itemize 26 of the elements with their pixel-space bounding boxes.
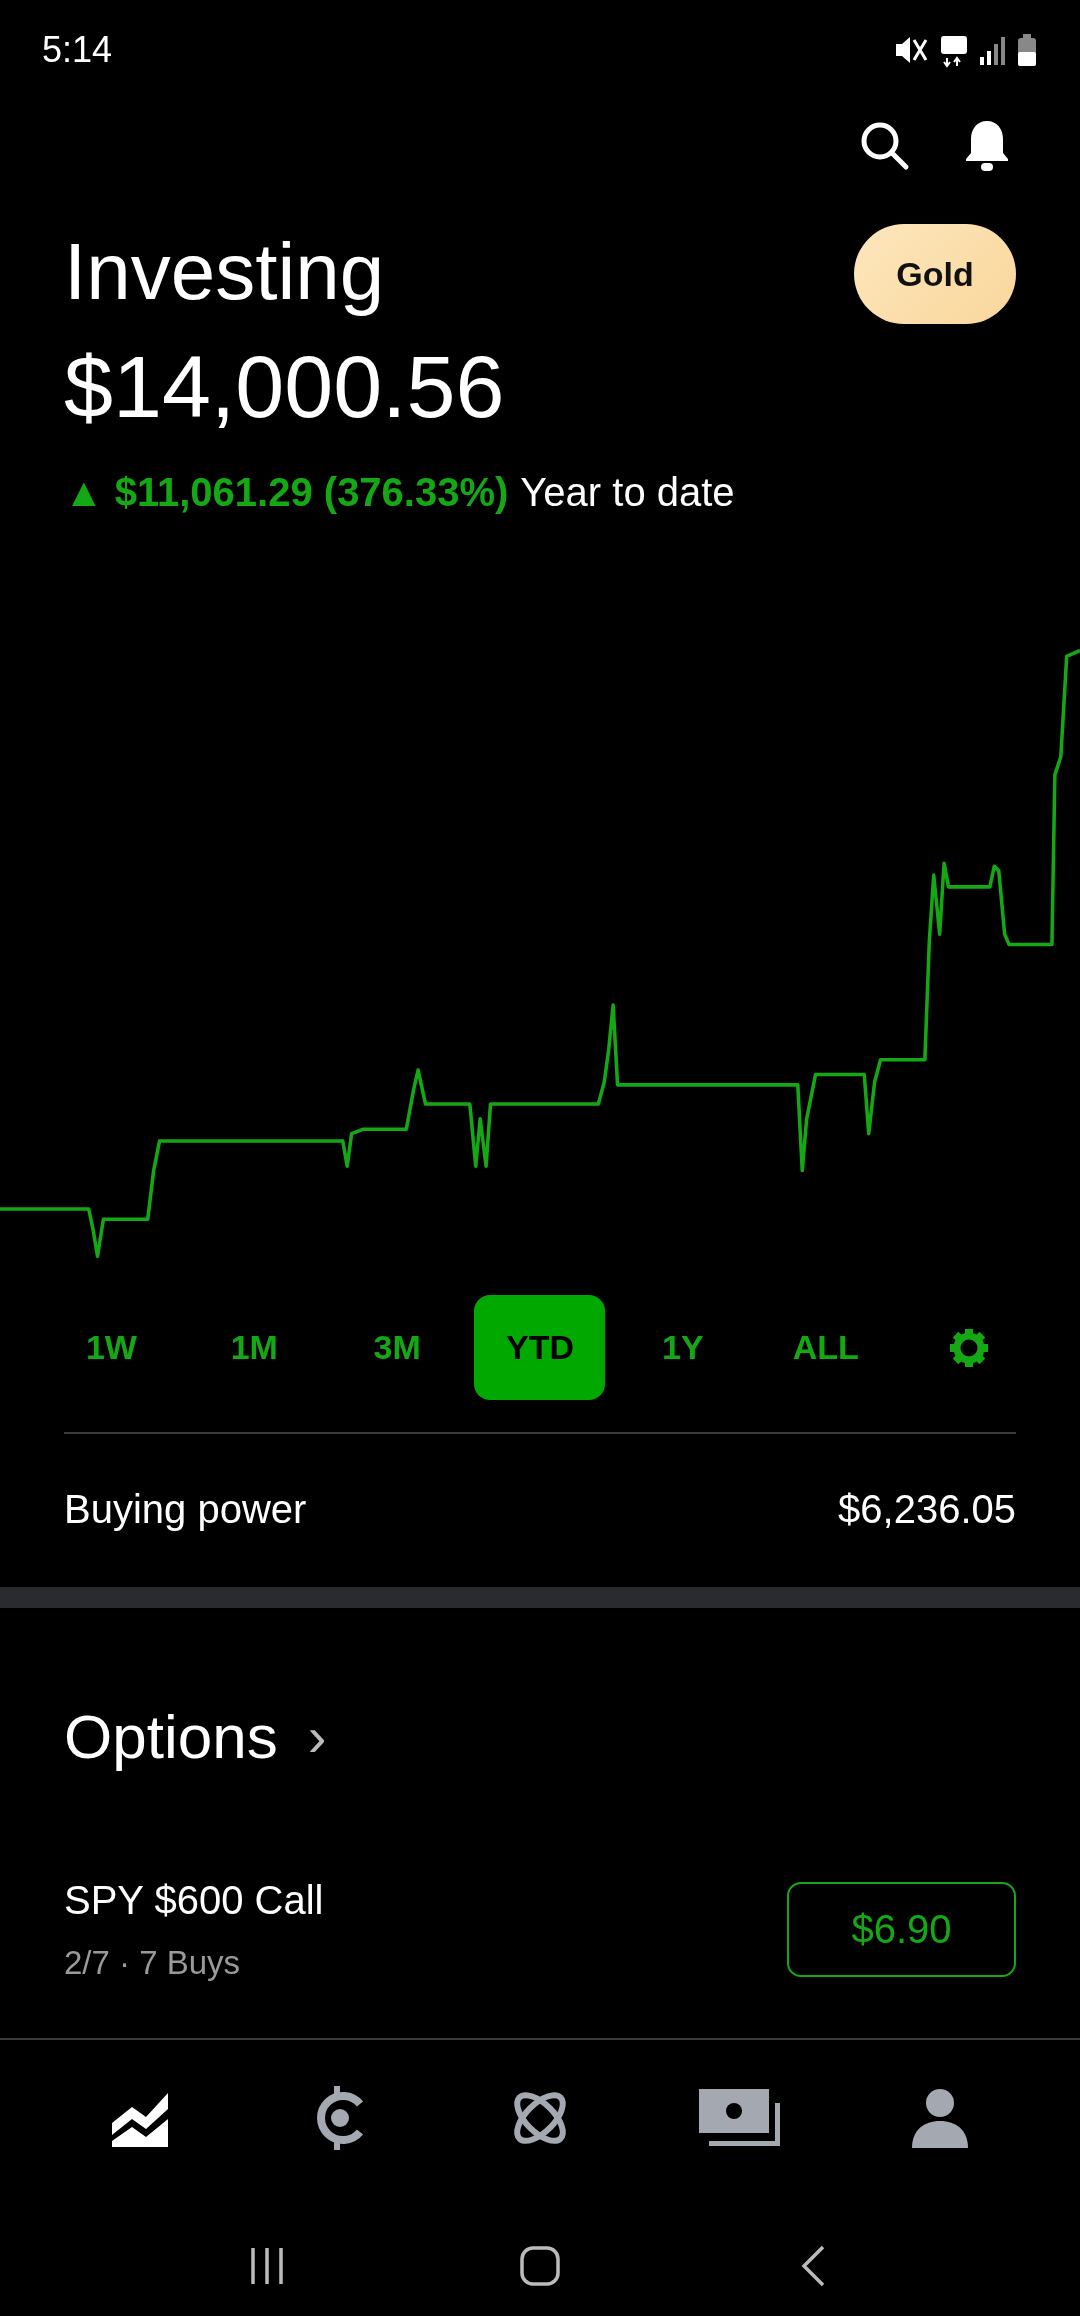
range-tab[interactable]: 1Y [617, 1295, 749, 1400]
profile-icon[interactable] [912, 2088, 968, 2148]
range-tab[interactable]: 1W [45, 1295, 177, 1400]
range-tab[interactable]: YTD [474, 1295, 606, 1400]
chevron-icon[interactable]: › [307, 1697, 327, 1777]
buying-power-value: $6,236.05 [838, 1486, 1016, 1533]
range-tab[interactable]: ALL [760, 1295, 892, 1400]
membership-tier-button[interactable]: Gold [854, 224, 1016, 324]
range-tab[interactable]: 1M [188, 1295, 320, 1400]
settings-icon[interactable] [948, 1327, 989, 1368]
price-button[interactable]: $6.90 [787, 1882, 1016, 1977]
cash-icon[interactable] [699, 2089, 781, 2147]
range-tab[interactable]: 3M [331, 1295, 463, 1400]
position-detail: 2/7 · 7 Buys [64, 1943, 242, 1983]
buying-power-label: Buying power [64, 1486, 307, 1533]
signal-icon [980, 35, 1006, 65]
bell-icon[interactable] [964, 119, 1010, 171]
battery-icon [1018, 34, 1036, 66]
page-title: Investing [64, 226, 386, 318]
status-time: 5:14 [42, 29, 113, 71]
options-heading[interactable]: Options [64, 1697, 278, 1777]
position-name: SPY $600 Call [64, 1877, 324, 1924]
change-period: Year to date [520, 469, 735, 516]
portfolio-value: $14,000.56 [64, 336, 505, 438]
change-amount: ▲ $11,061.29 (376.33%) [64, 469, 509, 516]
home-icon[interactable] [519, 2245, 561, 2287]
